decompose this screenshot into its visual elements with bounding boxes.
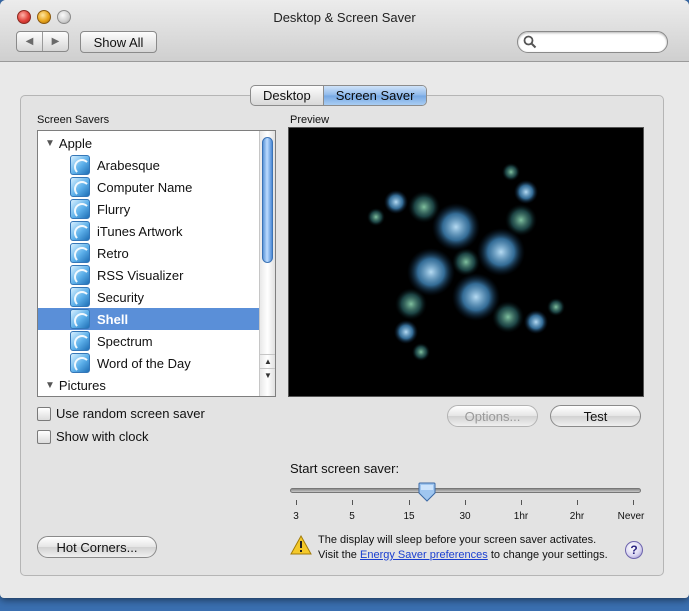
- search-field[interactable]: [517, 31, 668, 53]
- screen-saver-icon: [70, 353, 90, 373]
- slider-tick: [296, 500, 297, 505]
- list-item-label: Arabesque: [97, 157, 160, 173]
- list-item[interactable]: iTunes Artwork: [38, 220, 259, 242]
- test-button[interactable]: Test: [550, 405, 641, 427]
- slider-tick: [633, 500, 634, 505]
- slider-tick: [409, 500, 410, 505]
- tab-screen-saver[interactable]: Screen Saver: [322, 86, 427, 105]
- list-item[interactable]: Arabesque: [38, 154, 259, 176]
- show-clock-checkbox[interactable]: Show with clock: [37, 429, 148, 444]
- list-item-label: Computer Name: [97, 179, 193, 195]
- preferences-window: Desktop & Screen Saver ◀ ▶ Show All Desk…: [0, 0, 689, 598]
- list-item-label: Word of the Day: [97, 355, 191, 371]
- screen-saver-list[interactable]: ▼ Apple Arabesque Computer Name Flurry i…: [37, 130, 276, 397]
- list-item[interactable]: Computer Name: [38, 176, 259, 198]
- list-item-label: Retro: [97, 245, 129, 261]
- tab-desktop[interactable]: Desktop: [251, 86, 323, 105]
- list-item-label: Flurry: [97, 201, 131, 217]
- warning-text-pre: Visit the: [318, 549, 360, 561]
- preview-area: [288, 127, 644, 397]
- slider-tick: [352, 500, 353, 505]
- window-title: Desktop & Screen Saver: [273, 10, 416, 25]
- screen-saver-icon: [70, 287, 90, 307]
- checkbox-label: Use random screen saver: [56, 406, 205, 421]
- screen-saver-icon: [70, 155, 90, 175]
- scrollbar-thumb[interactable]: [262, 137, 273, 263]
- shell-preview-graphic: [367, 163, 565, 361]
- list-item-label: iTunes Artwork: [97, 223, 183, 239]
- list-item-label: RSS Visualizer: [97, 267, 184, 283]
- hot-corners-button[interactable]: Hot Corners...: [37, 536, 157, 558]
- list-item[interactable]: RSS Visualizer: [38, 264, 259, 286]
- checkbox-box[interactable]: [37, 429, 51, 444]
- disclosure-triangle-icon[interactable]: ▼: [45, 380, 55, 391]
- back-arrow-icon[interactable]: ◀: [17, 32, 42, 51]
- list-item-label: Shell: [97, 311, 129, 327]
- slider-tick-label: Never: [617, 511, 645, 522]
- list-group-pictures[interactable]: ▼ Pictures: [38, 374, 259, 396]
- list-item-label: Spectrum: [97, 333, 153, 349]
- nav-back-forward: ◀ ▶: [16, 31, 69, 52]
- list-item[interactable]: Word of the Day: [38, 352, 259, 374]
- options-button[interactable]: Options...: [447, 405, 538, 427]
- warning-line-2: Visit the Energy Saver preferences to ch…: [318, 548, 608, 563]
- list-item[interactable]: Flurry: [38, 198, 259, 220]
- energy-saver-link[interactable]: Energy Saver preferences: [360, 549, 488, 561]
- list-item-label: Security: [97, 289, 144, 305]
- warning-line-1: The display will sleep before your scree…: [318, 534, 597, 546]
- scroll-up-arrow-icon[interactable]: ▲: [260, 354, 275, 368]
- disclosure-triangle-icon[interactable]: ▼: [45, 138, 55, 149]
- list-item[interactable]: Spectrum: [38, 330, 259, 352]
- list-group-label: Pictures: [58, 377, 106, 393]
- slider-tick: [521, 500, 522, 505]
- random-screen-saver-checkbox[interactable]: Use random screen saver: [37, 406, 205, 421]
- forward-arrow-icon[interactable]: ▶: [42, 32, 68, 51]
- slider-tick: [465, 500, 466, 505]
- checkbox-label: Show with clock: [56, 429, 149, 444]
- screen-saver-icon: [70, 331, 90, 351]
- list-group-label: Apple: [58, 135, 93, 151]
- screen-saver-icon: [70, 265, 90, 285]
- list-item[interactable]: Security: [38, 286, 259, 308]
- screen-saver-icon: [70, 309, 90, 329]
- start-saver-slider-track[interactable]: [290, 488, 641, 493]
- list-group-apple[interactable]: ▼ Apple: [38, 132, 259, 154]
- warning-icon: [290, 535, 312, 555]
- slider-thumb-icon[interactable]: [418, 482, 436, 502]
- slider-tick-label: 2hr: [569, 511, 585, 522]
- slider-tick-label: 5: [349, 511, 355, 522]
- slider-tick-label: 15: [403, 511, 415, 522]
- help-button[interactable]: ?: [625, 541, 643, 559]
- search-input[interactable]: [540, 34, 660, 50]
- tab-bar: Desktop Screen Saver: [250, 85, 428, 106]
- sleep-warning-text: The display will sleep before your scree…: [318, 533, 608, 563]
- list-item-selected[interactable]: Shell: [38, 308, 259, 330]
- scroll-down-arrow-icon[interactable]: ▼: [260, 368, 275, 382]
- slider-tick-label: 1hr: [513, 511, 529, 522]
- start-screen-saver-label: Start screen saver:: [290, 461, 400, 476]
- list-item[interactable]: Retro: [38, 242, 259, 264]
- slider-tick: [577, 500, 578, 505]
- slider-tick-label: 3: [293, 511, 299, 522]
- screen-saver-icon: [70, 199, 90, 219]
- checkbox-box[interactable]: [37, 406, 51, 421]
- show-all-button[interactable]: Show All: [80, 31, 157, 53]
- warning-text-post: to change your settings.: [487, 549, 608, 561]
- screen-savers-header: Screen Savers: [37, 114, 110, 126]
- search-icon: [523, 35, 537, 49]
- preview-header: Preview: [290, 114, 330, 126]
- slider-tick-label: 30: [459, 511, 471, 522]
- list-scrollbar[interactable]: ▲ ▼: [259, 131, 275, 396]
- screen-saver-icon: [70, 221, 90, 241]
- screen-saver-icon: [70, 243, 90, 263]
- title-bar: Desktop & Screen Saver ◀ ▶ Show All: [0, 0, 689, 62]
- screen-saver-icon: [70, 177, 90, 197]
